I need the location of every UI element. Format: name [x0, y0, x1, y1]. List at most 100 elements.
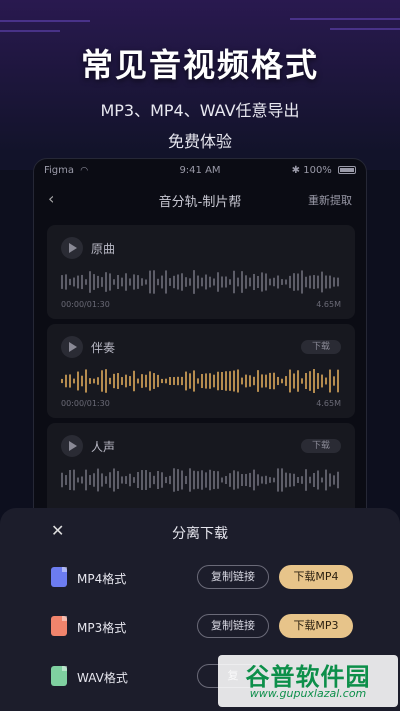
wave-bar	[257, 275, 259, 289]
wave-bar	[329, 473, 331, 487]
wave-bar	[141, 470, 143, 490]
mp3-file-icon	[51, 616, 67, 636]
wave-bar	[89, 475, 91, 485]
wave-bar	[285, 472, 287, 488]
wave-bar	[217, 272, 219, 292]
download-button[interactable]: 下载	[301, 340, 341, 354]
wave-bar	[325, 469, 327, 491]
wave-bar	[337, 277, 339, 287]
wave-bar	[189, 373, 191, 389]
wave-bar	[169, 475, 171, 485]
wave-bar	[85, 369, 87, 393]
wave-bar	[157, 374, 159, 388]
wave-bar	[293, 373, 295, 389]
wave-bar	[221, 276, 223, 288]
wave-bar	[85, 279, 87, 285]
wave-bar	[229, 473, 231, 487]
wave-bar	[217, 471, 219, 489]
track-card: 人声 下载	[47, 423, 355, 517]
nav-bar: ‹ 音分轨-制片帮 重新提取	[34, 185, 366, 213]
wave-bar	[77, 371, 79, 391]
wave-bar	[113, 279, 115, 285]
play-icon[interactable]	[61, 435, 83, 457]
status-bar: Figma ◠ 9:41 AM ✱ 100%	[34, 159, 366, 183]
wave-bar	[309, 371, 311, 391]
download-button[interactable]: 下载	[301, 439, 341, 453]
decor-stripe	[330, 28, 400, 30]
wave-bar	[321, 374, 323, 388]
wave-bar	[309, 275, 311, 289]
copy-link-button[interactable]: 复制链接	[197, 614, 269, 638]
re-extract-button[interactable]: 重新提取	[308, 192, 352, 208]
wave-bar	[253, 273, 255, 291]
wave-bar	[69, 470, 71, 490]
wave-bar	[253, 469, 255, 491]
wave-bar	[177, 469, 179, 491]
download-mp3-button[interactable]: 下载MP3	[279, 614, 353, 638]
play-icon[interactable]	[61, 237, 83, 259]
track-time: 00:00/01:30	[61, 300, 110, 309]
wave-bar	[133, 477, 135, 483]
wave-bar	[121, 377, 123, 385]
wave-bar	[153, 475, 155, 485]
track-card: 伴奏 下载 00:00/01:30 4.65M	[47, 324, 355, 418]
wave-bar	[313, 472, 315, 488]
copy-link-button[interactable]: 复制链接	[197, 565, 269, 589]
wave-bar	[301, 270, 303, 294]
wave-bar	[65, 274, 67, 290]
wave-bar	[149, 371, 151, 391]
wave-bar	[317, 275, 319, 289]
battery-text: 100%	[303, 165, 332, 176]
wave-bar	[73, 378, 75, 384]
bluetooth-icon: ✱	[291, 165, 301, 176]
sheet-title: 分离下载	[172, 526, 228, 542]
wave-bar	[173, 468, 175, 492]
wave-bar	[193, 270, 195, 294]
download-mp4-button[interactable]: 下载MP4	[279, 565, 353, 589]
decor-stripe	[0, 30, 60, 32]
wave-bar	[125, 273, 127, 291]
wave-bar	[109, 472, 111, 488]
wave-bar	[293, 473, 295, 487]
wave-bar	[229, 279, 231, 285]
wave-bar	[153, 270, 155, 294]
wave-bar	[253, 376, 255, 386]
wave-bar	[149, 270, 151, 294]
wave-bar	[273, 477, 275, 483]
wave-bar	[121, 277, 123, 287]
wave-bar	[213, 278, 215, 286]
wave-bar	[273, 277, 275, 287]
format-label: MP4格式	[77, 572, 127, 586]
wave-bar	[213, 374, 215, 388]
wave-bar	[261, 476, 263, 484]
wave-bar	[313, 369, 315, 393]
wave-bar	[105, 369, 107, 393]
wave-bar	[97, 468, 99, 492]
track-size: 4.65M	[316, 399, 341, 408]
wave-bar	[97, 275, 99, 289]
wave-bar	[269, 278, 271, 286]
wave-bar	[149, 472, 151, 488]
wave-bar	[301, 476, 303, 484]
wave-bar	[165, 270, 167, 294]
wave-bar	[165, 476, 167, 484]
format-row: MP3格式 复制链接 下载MP3	[51, 612, 361, 642]
wave-bar	[249, 472, 251, 488]
wave-bar	[209, 469, 211, 491]
waveform	[61, 369, 339, 393]
format-label: WAV格式	[77, 671, 128, 685]
wave-bar	[121, 476, 123, 484]
wave-bar	[257, 370, 259, 392]
play-icon[interactable]	[61, 336, 83, 358]
wave-bar	[185, 277, 187, 287]
wave-bar	[277, 275, 279, 289]
wave-bar	[101, 473, 103, 487]
watermark-logo: 谷普软件园 www.gupuxlazal.com	[218, 655, 398, 707]
wave-bar	[261, 272, 263, 292]
wave-bar	[221, 477, 223, 483]
wave-bar	[293, 273, 295, 291]
wave-bar	[229, 371, 231, 391]
wave-bar	[245, 275, 247, 289]
wave-bar	[329, 275, 331, 289]
wave-bar	[185, 371, 187, 391]
